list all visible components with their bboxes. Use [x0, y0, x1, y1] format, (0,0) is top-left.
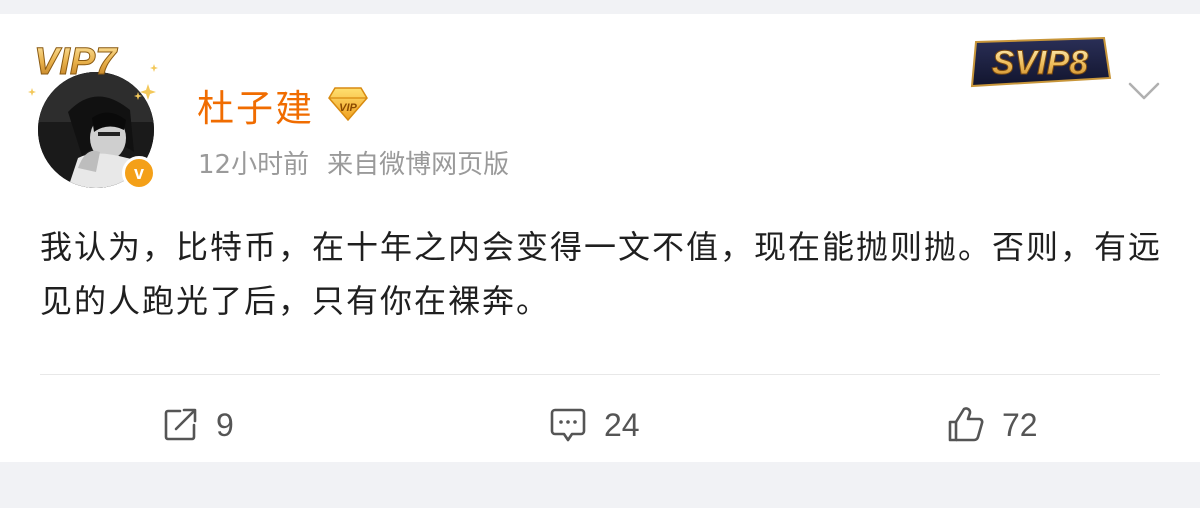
- weibo-post-card: v VIP7 杜子建 VIP 12小时前 来自微博网页版 SVIP8 我认为，比…: [0, 14, 1200, 462]
- repost-button[interactable]: 9: [160, 400, 234, 450]
- post-time: 12小时前: [198, 150, 310, 180]
- like-count: 72: [1002, 406, 1038, 443]
- svip8-label: SVIP8: [992, 44, 1088, 82]
- post-text: 我认为，比特币，在十年之内会变得一文不值，现在能抛则抛。否则，有远见的人跑光了后…: [40, 228, 1163, 320]
- post-source: 来自微博网页版: [327, 150, 510, 180]
- comment-icon: [550, 408, 586, 442]
- divider: [40, 374, 1160, 375]
- comment-count: 24: [604, 406, 640, 443]
- svip8-badge[interactable]: SVIP8: [964, 34, 1116, 90]
- vip-gem-label: VIP: [339, 102, 357, 114]
- thumbs-up-icon: [948, 407, 984, 442]
- vip7-avatar-frame: VIP7: [28, 41, 158, 100]
- vip7-frame-label: VIP7: [34, 41, 118, 83]
- comment-button[interactable]: 24: [548, 400, 640, 450]
- post-meta: 12小时前 来自微博网页版: [198, 144, 509, 181]
- username[interactable]: 杜子建: [197, 78, 314, 132]
- vip-gem-icon[interactable]: VIP: [327, 82, 369, 124]
- like-button[interactable]: 72: [946, 400, 1038, 450]
- repost-count: 9: [216, 406, 234, 443]
- repost-icon: [164, 408, 197, 441]
- chevron-down-icon[interactable]: [1124, 76, 1164, 106]
- verified-badge: v: [122, 156, 156, 190]
